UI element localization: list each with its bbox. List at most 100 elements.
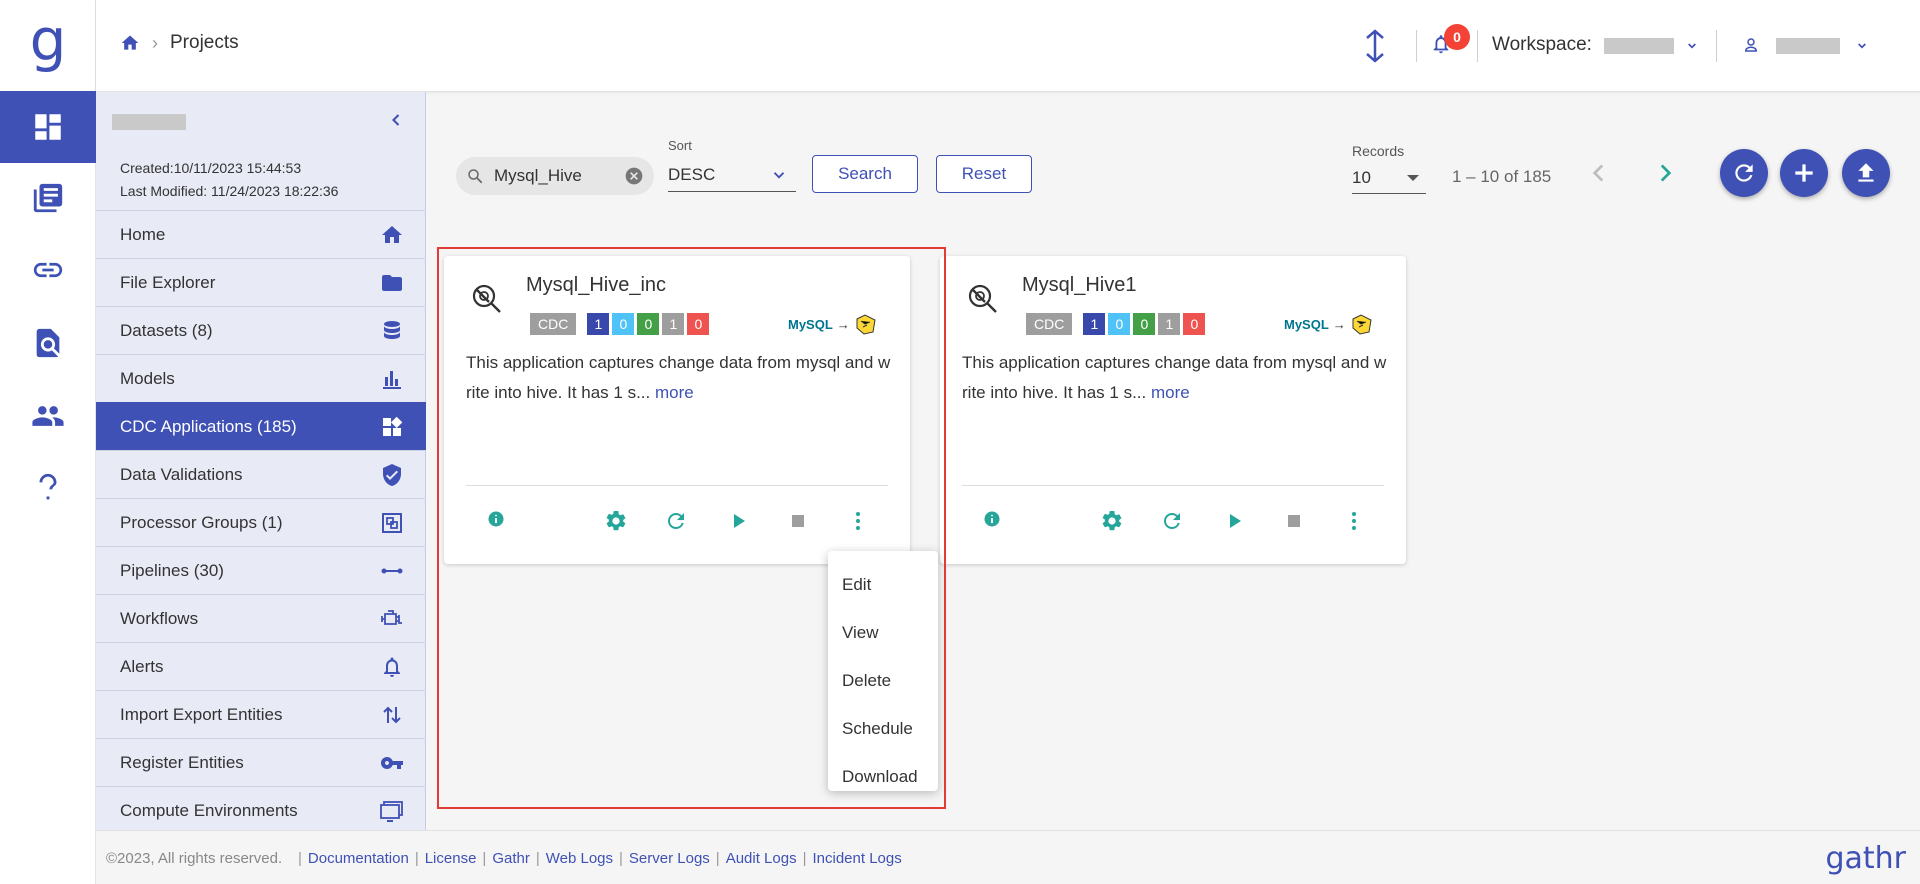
records-select[interactable]: 10 — [1352, 162, 1426, 194]
gear-icon[interactable] — [1100, 509, 1124, 533]
application-card[interactable]: Mysql_Hive1 CDC 1 0 0 1 0 MySQL → This a… — [940, 256, 1406, 564]
upload-button[interactable] — [1842, 149, 1890, 197]
info-icon[interactable] — [486, 509, 506, 529]
menu-models[interactable]: Models — [96, 354, 426, 402]
menu-alerts[interactable]: Alerts — [96, 642, 426, 690]
more-link[interactable]: more — [655, 383, 694, 402]
menu-workflows[interactable]: Workflows — [96, 594, 426, 642]
rail-documents[interactable] — [0, 162, 96, 234]
menu-register-entities[interactable]: Register Entities — [96, 738, 426, 786]
menu-file-explorer[interactable]: File Explorer — [96, 258, 426, 306]
gear-icon[interactable] — [604, 509, 628, 533]
header-divider — [1477, 30, 1478, 62]
menu-datasets[interactable]: Datasets (8) — [96, 306, 426, 354]
reset-button[interactable]: Reset — [936, 155, 1032, 193]
folder-icon — [382, 274, 402, 291]
card-divider — [962, 485, 1384, 486]
rail-dashboard[interactable] — [0, 91, 96, 163]
footer-link[interactable]: Gathr — [492, 850, 530, 867]
more-vertical-icon[interactable] — [846, 509, 870, 533]
expand-vertical-icon[interactable] — [1362, 28, 1388, 64]
menu-cdc-applications[interactable]: CDC Applications (185) — [96, 402, 426, 450]
rail-help[interactable] — [0, 452, 96, 524]
search-input[interactable]: Mysql_Hive — [494, 166, 582, 186]
rail-users[interactable] — [0, 380, 96, 452]
page-range: 1 – 10 of 185 — [1452, 167, 1552, 186]
database-icon — [384, 320, 400, 339]
info-icon[interactable] — [982, 509, 1002, 529]
footer-link[interactable]: Incident Logs — [813, 850, 902, 867]
header-divider — [1416, 30, 1417, 62]
plus-icon — [1795, 164, 1813, 182]
application-card[interactable]: Mysql_Hive_inc CDC 1 0 0 1 0 MySQL → Thi… — [444, 256, 910, 564]
footer-link[interactable]: Documentation — [308, 850, 409, 867]
footer-link[interactable]: Audit Logs — [726, 850, 797, 867]
more-vertical-icon[interactable] — [1342, 509, 1366, 533]
gathr-logo: gathr — [1825, 841, 1906, 876]
chevron-right-icon[interactable] — [1652, 160, 1678, 186]
pipeline-icon — [381, 568, 403, 573]
sort-select[interactable]: DESC — [668, 158, 796, 192]
rail-links[interactable] — [0, 234, 96, 306]
help-icon — [39, 473, 57, 500]
chevron-down-icon[interactable] — [1854, 38, 1870, 54]
project-side-panel: Created:10/11/2023 15:44:53 Last Modifie… — [96, 92, 426, 830]
menu-pipelines[interactable]: Pipelines (30) — [96, 546, 426, 594]
user-icon[interactable] — [1742, 36, 1760, 54]
stop-icon[interactable] — [786, 509, 810, 533]
clear-icon[interactable] — [624, 166, 644, 186]
chevron-left-icon[interactable] — [386, 110, 406, 130]
play-icon[interactable] — [726, 509, 750, 533]
more-link[interactable]: more — [1151, 383, 1190, 402]
workspace-name-redacted[interactable] — [1604, 38, 1674, 54]
bar-chart-icon — [383, 370, 401, 389]
group-icon — [382, 512, 402, 533]
arrow-right-icon: → — [1332, 316, 1346, 332]
refresh-button[interactable] — [1720, 149, 1768, 197]
stop-icon[interactable] — [1282, 509, 1306, 533]
count-badge: 0 — [687, 313, 710, 335]
menu-compute-environments[interactable]: Compute Environments — [96, 786, 426, 834]
rail-search-doc[interactable] — [0, 307, 96, 379]
footer-link[interactable]: Web Logs — [546, 850, 613, 867]
dashboard-icon — [35, 114, 61, 140]
widgets-icon — [383, 416, 403, 436]
notification-badge: 0 — [1444, 24, 1470, 50]
cdc-search-icon — [472, 284, 501, 313]
restart-icon[interactable] — [1160, 509, 1184, 533]
menu-schedule[interactable]: Schedule — [828, 705, 938, 753]
menu-processor-groups[interactable]: Processor Groups (1) — [96, 498, 426, 546]
menu-data-validations[interactable]: Data Validations — [96, 450, 426, 498]
menu-delete[interactable]: Delete — [828, 657, 938, 705]
card-title[interactable]: Mysql_Hive_inc — [526, 274, 666, 297]
modified-date: Last Modified: 11/24/2023 18:22:36 — [120, 183, 339, 199]
app-logo[interactable]: g — [0, 0, 96, 91]
restart-icon[interactable] — [664, 509, 688, 533]
search-button[interactable]: Search — [812, 155, 918, 193]
footer-link[interactable]: Server Logs — [629, 850, 710, 867]
menu-edit[interactable]: Edit — [828, 561, 938, 609]
footer-link[interactable]: License — [425, 850, 477, 867]
home-icon[interactable] — [120, 33, 140, 53]
menu-import-export[interactable]: Import Export Entities — [96, 690, 426, 738]
project-info: Created:10/11/2023 15:44:53 Last Modifie… — [96, 92, 426, 210]
workflow-icon — [381, 609, 402, 625]
username-redacted[interactable] — [1776, 38, 1840, 54]
chevron-left-icon[interactable] — [1586, 160, 1612, 186]
card-title[interactable]: Mysql_Hive1 — [1022, 274, 1136, 297]
menu-home[interactable]: Home — [96, 210, 426, 258]
monitor-icon — [380, 800, 403, 822]
bell-icon — [384, 657, 400, 677]
add-button[interactable] — [1780, 149, 1828, 197]
mysql-logo: MySQL — [788, 316, 833, 332]
menu-download[interactable]: Download — [828, 753, 938, 801]
play-icon[interactable] — [1222, 509, 1246, 533]
breadcrumb: › Projects — [120, 32, 239, 54]
search-field[interactable]: Mysql_Hive — [456, 157, 654, 195]
card-divider — [466, 485, 888, 486]
chevron-down-icon[interactable] — [1684, 38, 1700, 54]
status-tags: CDC 1 0 0 1 0 — [1026, 313, 1206, 335]
sort-label: Sort — [668, 138, 692, 153]
menu-view[interactable]: View — [828, 609, 938, 657]
count-badge: 0 — [1133, 313, 1156, 335]
